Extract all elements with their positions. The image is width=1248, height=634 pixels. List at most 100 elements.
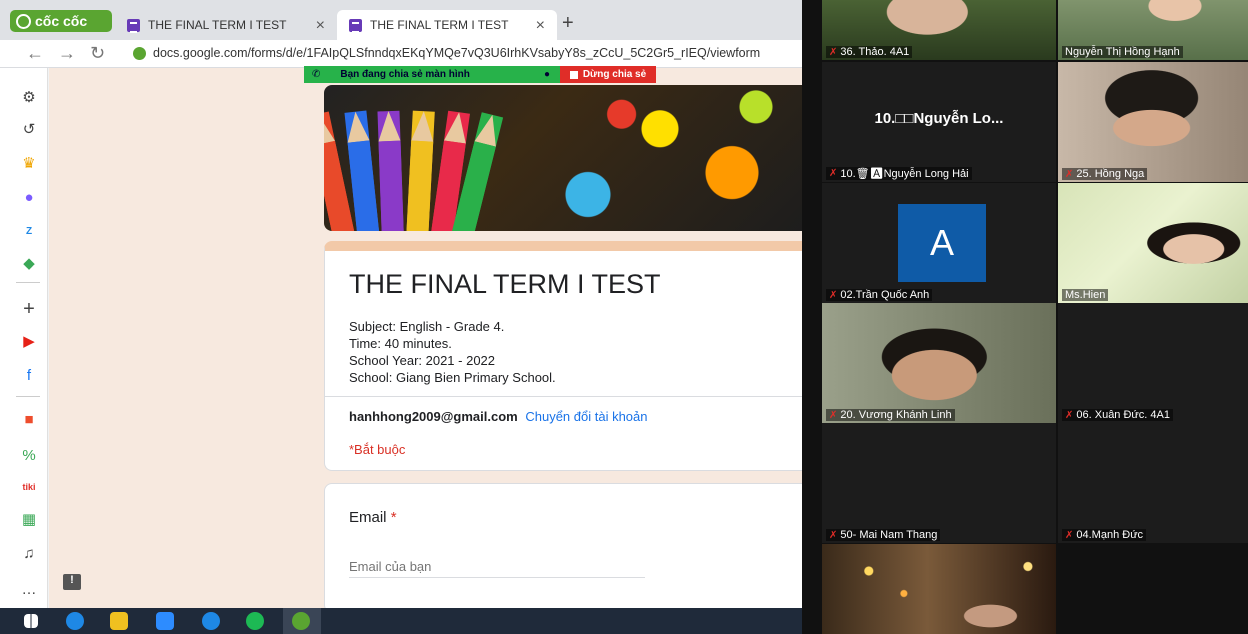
participant-display-name: 10.□□Nguyễn Lo... xyxy=(874,110,1004,127)
self-view-tile[interactable] xyxy=(822,544,1056,634)
coccoc-icon[interactable] xyxy=(292,612,310,630)
browser-sidebar: ⚙ ↺ ♛ ● Z ◆ + ▶ f ■ % tiki ▦ ♫ … xyxy=(0,68,48,608)
close-tab-icon[interactable]: × xyxy=(536,17,545,35)
form-description: Subject: English - Grade 4. Time: 40 min… xyxy=(349,318,556,386)
file-explorer-icon[interactable] xyxy=(110,612,128,630)
forward-icon[interactable]: → xyxy=(58,43,76,64)
shopee-icon[interactable]: ■ xyxy=(20,410,38,428)
email-field[interactable] xyxy=(349,556,645,578)
stop-share-button[interactable]: Dừng chia sẻ xyxy=(560,66,656,83)
participant-tile[interactable]: ✗ 04.Mạnh Đức xyxy=(1058,423,1248,543)
brand-label: cốc cốc xyxy=(35,13,88,29)
zalo-icon[interactable]: Z xyxy=(20,222,38,240)
form-header-image xyxy=(324,85,802,231)
notification-bell-icon[interactable]: ♫ xyxy=(20,544,38,562)
edge-icon[interactable] xyxy=(66,612,84,630)
tab-bar: cốc cốc THE FINAL TERM I TEST × THE FINA… xyxy=(0,0,802,40)
new-tab-icon[interactable]: + xyxy=(562,12,574,35)
google-form-page: THE FINAL TERM I TEST Subject: English -… xyxy=(49,68,802,608)
address-bar: ← → ↻ docs.google.com/forms/d/e/1FAIpQLS… xyxy=(0,40,802,68)
coccoc-menu-button[interactable]: cốc cốc xyxy=(10,10,112,32)
participant-name: Ms.Hien xyxy=(1062,289,1109,301)
zoom-icon[interactable] xyxy=(156,612,174,630)
settings-icon[interactable]: ⚙ xyxy=(20,88,38,106)
coccoc-logo-icon xyxy=(16,13,31,29)
windows-taskbar xyxy=(0,608,802,634)
mic-muted-icon: ✗ xyxy=(829,289,838,301)
participant-tile-active-speaker[interactable]: Ms.Hien xyxy=(1058,183,1248,303)
screen-share-bar: ✆ Bạn đang chia sẻ màn hình ● Dừng chia … xyxy=(304,66,656,83)
form-header-card: THE FINAL TERM I TEST Subject: English -… xyxy=(324,241,802,471)
add-icon[interactable]: + xyxy=(20,298,38,320)
required-star: * xyxy=(390,509,397,526)
youtube-icon[interactable]: ▶ xyxy=(20,332,38,350)
history-icon[interactable]: ↺ xyxy=(20,120,38,138)
tab-2-active[interactable]: THE FINAL TERM I TEST × xyxy=(337,10,557,40)
mic-muted-icon: ✗ xyxy=(1065,409,1074,421)
share-status-text: Bạn đang chia sẻ màn hình xyxy=(340,69,470,80)
account-email: hanhhong2009@gmail.com xyxy=(349,409,518,424)
shield-icon: ● xyxy=(543,69,550,80)
more-icon[interactable]: … xyxy=(20,580,38,598)
participant-tile[interactable]: A ✗ 02.Trần Quốc Anh xyxy=(822,183,1056,303)
participant-tile[interactable]: ✗ 06. Xuân Đức. 4A1 xyxy=(1058,303,1248,423)
description-line: Subject: English - Grade 4. xyxy=(349,319,505,334)
participant-name: ✗ 10.🗑🅰Nguyễn Long Hải xyxy=(826,167,972,180)
mic-muted-icon: ✗ xyxy=(829,529,838,541)
sidebar-divider xyxy=(16,282,40,283)
divider xyxy=(325,396,802,397)
pencil-decoration xyxy=(406,110,435,231)
url-field[interactable]: docs.google.com/forms/d/e/1FAIpQLSfnndqx… xyxy=(153,46,760,60)
tab-title: THE FINAL TERM I TEST xyxy=(370,18,509,32)
tiki-icon[interactable]: tiki xyxy=(20,478,38,496)
pencil-decoration xyxy=(377,110,404,231)
participant-name: ✗ 36. Thảo. 4A1 xyxy=(826,46,913,58)
description-line: School Year: 2021 - 2022 xyxy=(349,353,496,368)
description-line: Time: 40 minutes. xyxy=(349,336,452,351)
participant-name: ✗ 06. Xuân Đức. 4A1 xyxy=(1062,409,1173,421)
discount-icon[interactable]: % xyxy=(20,446,38,464)
video-feed xyxy=(1058,183,1248,303)
avatar: A xyxy=(898,204,986,282)
feedback-icon[interactable]: ! xyxy=(63,574,81,590)
participant-tile[interactable]: Nguyễn Thị Hồng Hạnh xyxy=(1058,0,1248,60)
spotify-icon[interactable] xyxy=(246,612,264,630)
required-note: *Bắt buộc xyxy=(349,442,406,457)
participant-name: ✗ 50- Mai Nam Thang xyxy=(826,529,941,541)
screen: cốc cốc THE FINAL TERM I TEST × THE FINA… xyxy=(0,0,1248,634)
description-line: School: Giang Bien Primary School. xyxy=(349,370,556,385)
mic-muted-icon: ✗ xyxy=(829,46,838,58)
participant-tile[interactable]: 10.□□Nguyễn Lo... ✗ 10.🗑🅰Nguyễn Long Hải xyxy=(822,62,1056,182)
participant-tile[interactable]: ✗ 25. Hồng Nga xyxy=(1058,62,1248,182)
mic-muted-icon: ✗ xyxy=(829,409,838,421)
windows-start-icon[interactable] xyxy=(24,614,38,628)
mic-muted-icon: ✗ xyxy=(1065,529,1074,541)
video-call-grid: ✗ 36. Thảo. 4A1 Nguyễn Thị Hồng Hạnh 10.□… xyxy=(802,0,1248,634)
video-feed xyxy=(822,303,1056,423)
share-status: ✆ Bạn đang chia sẻ màn hình ● xyxy=(304,66,560,83)
zalo-icon[interactable] xyxy=(202,612,220,630)
mic-muted-icon: ✗ xyxy=(1065,168,1074,180)
participant-name: ✗ 04.Mạnh Đức xyxy=(1062,529,1147,541)
game-icon[interactable]: ◆ xyxy=(20,254,38,272)
participant-name: ✗ 25. Hồng Nga xyxy=(1062,168,1148,180)
tab-1[interactable]: THE FINAL TERM I TEST × xyxy=(115,10,337,40)
calendar-icon[interactable]: ▦ xyxy=(20,510,38,528)
sidebar-divider xyxy=(16,396,40,397)
phone-icon: ✆ xyxy=(312,69,321,80)
participant-tile[interactable]: ✗ 36. Thảo. 4A1 xyxy=(822,0,1056,60)
crown-icon[interactable]: ♛ xyxy=(20,154,38,172)
participant-tile[interactable]: ✗ 50- Mai Nam Thang xyxy=(822,423,1056,543)
video-feed xyxy=(1058,62,1248,182)
reload-icon[interactable]: ↻ xyxy=(90,43,105,64)
secure-lock-icon xyxy=(133,47,146,60)
participant-tile[interactable]: ✗ 20. Vương Khánh Linh xyxy=(822,303,1056,423)
facebook-icon[interactable]: f xyxy=(20,366,38,384)
messenger-icon[interactable]: ● xyxy=(20,188,38,206)
close-tab-icon[interactable]: × xyxy=(316,17,325,35)
switch-account-link[interactable]: Chuyển đổi tài khoản xyxy=(525,409,647,424)
stop-icon xyxy=(569,70,578,79)
participant-name: ✗ 02.Trần Quốc Anh xyxy=(826,289,933,301)
question-label: Email * xyxy=(349,509,397,526)
back-icon[interactable]: ← xyxy=(26,43,44,64)
